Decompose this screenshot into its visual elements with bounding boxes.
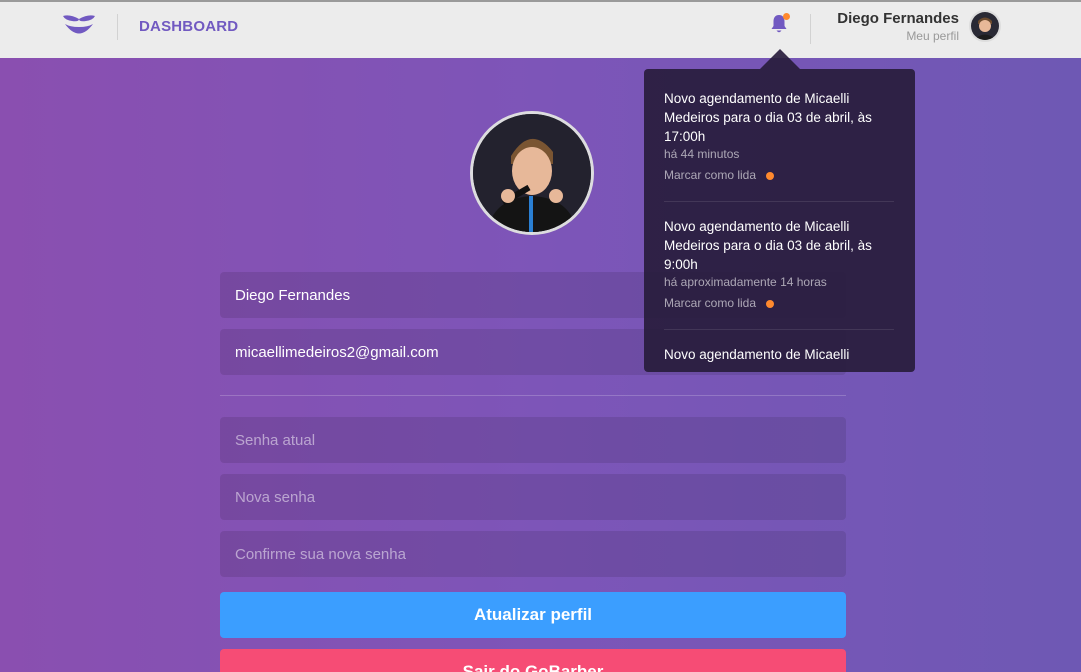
update-profile-button[interactable]: Atualizar perfil: [220, 592, 846, 638]
notification-separator: [664, 329, 894, 330]
avatar[interactable]: [969, 10, 1001, 42]
unread-dot: [766, 171, 775, 180]
gobarber-logo-icon[interactable]: [60, 13, 98, 41]
logout-button[interactable]: Sair do GoBarber: [220, 649, 846, 672]
notification-item: Novo agendamento de Micaelli Medeiros pa…: [664, 89, 894, 184]
user-photo-icon: [971, 12, 999, 40]
mark-as-read-label: Marcar como lida: [664, 296, 757, 310]
current-password-input[interactable]: [220, 417, 846, 463]
nav-divider: [117, 14, 118, 40]
notification-time: há aproximadamente 14 horas: [664, 275, 827, 289]
profile-avatar[interactable]: [470, 111, 594, 235]
new-password-input[interactable]: [220, 474, 846, 520]
notification-popover: Novo agendamento de Micaelli Medeiros pa…: [644, 69, 915, 372]
confirm-password-input[interactable]: [220, 531, 846, 577]
form-divider: [220, 395, 846, 396]
profile-name: Diego Fernandes: [837, 10, 959, 27]
unread-dot: [766, 299, 775, 308]
notification-text: Novo agendamento de Micaelli Medeiros pa…: [664, 219, 872, 272]
notification-unread-indicator: [783, 13, 790, 20]
notification-item: Novo agendamento de Micaelli: [664, 345, 894, 364]
notification-text: Novo agendamento de Micaelli Medeiros pa…: [664, 91, 872, 144]
mark-as-read-button[interactable]: Marcar como lida: [664, 168, 775, 182]
notification-separator: [664, 201, 894, 202]
user-photo-icon: [473, 114, 591, 232]
header-divider: [810, 14, 811, 44]
my-profile-link[interactable]: Meu perfil: [906, 29, 959, 43]
mark-as-read-label: Marcar como lida: [664, 168, 757, 182]
mark-as-read-button[interactable]: Marcar como lida: [664, 296, 775, 310]
header-bar: DASHBOARD Diego Fernandes Meu perfil: [0, 0, 1081, 58]
notification-time: há 44 minutos: [664, 147, 740, 161]
notification-popover-arrow: [760, 49, 800, 69]
notification-text: Novo agendamento de Micaelli: [664, 347, 850, 362]
notification-item: Novo agendamento de Micaelli Medeiros pa…: [664, 217, 894, 312]
dashboard-link[interactable]: DASHBOARD: [139, 18, 238, 35]
